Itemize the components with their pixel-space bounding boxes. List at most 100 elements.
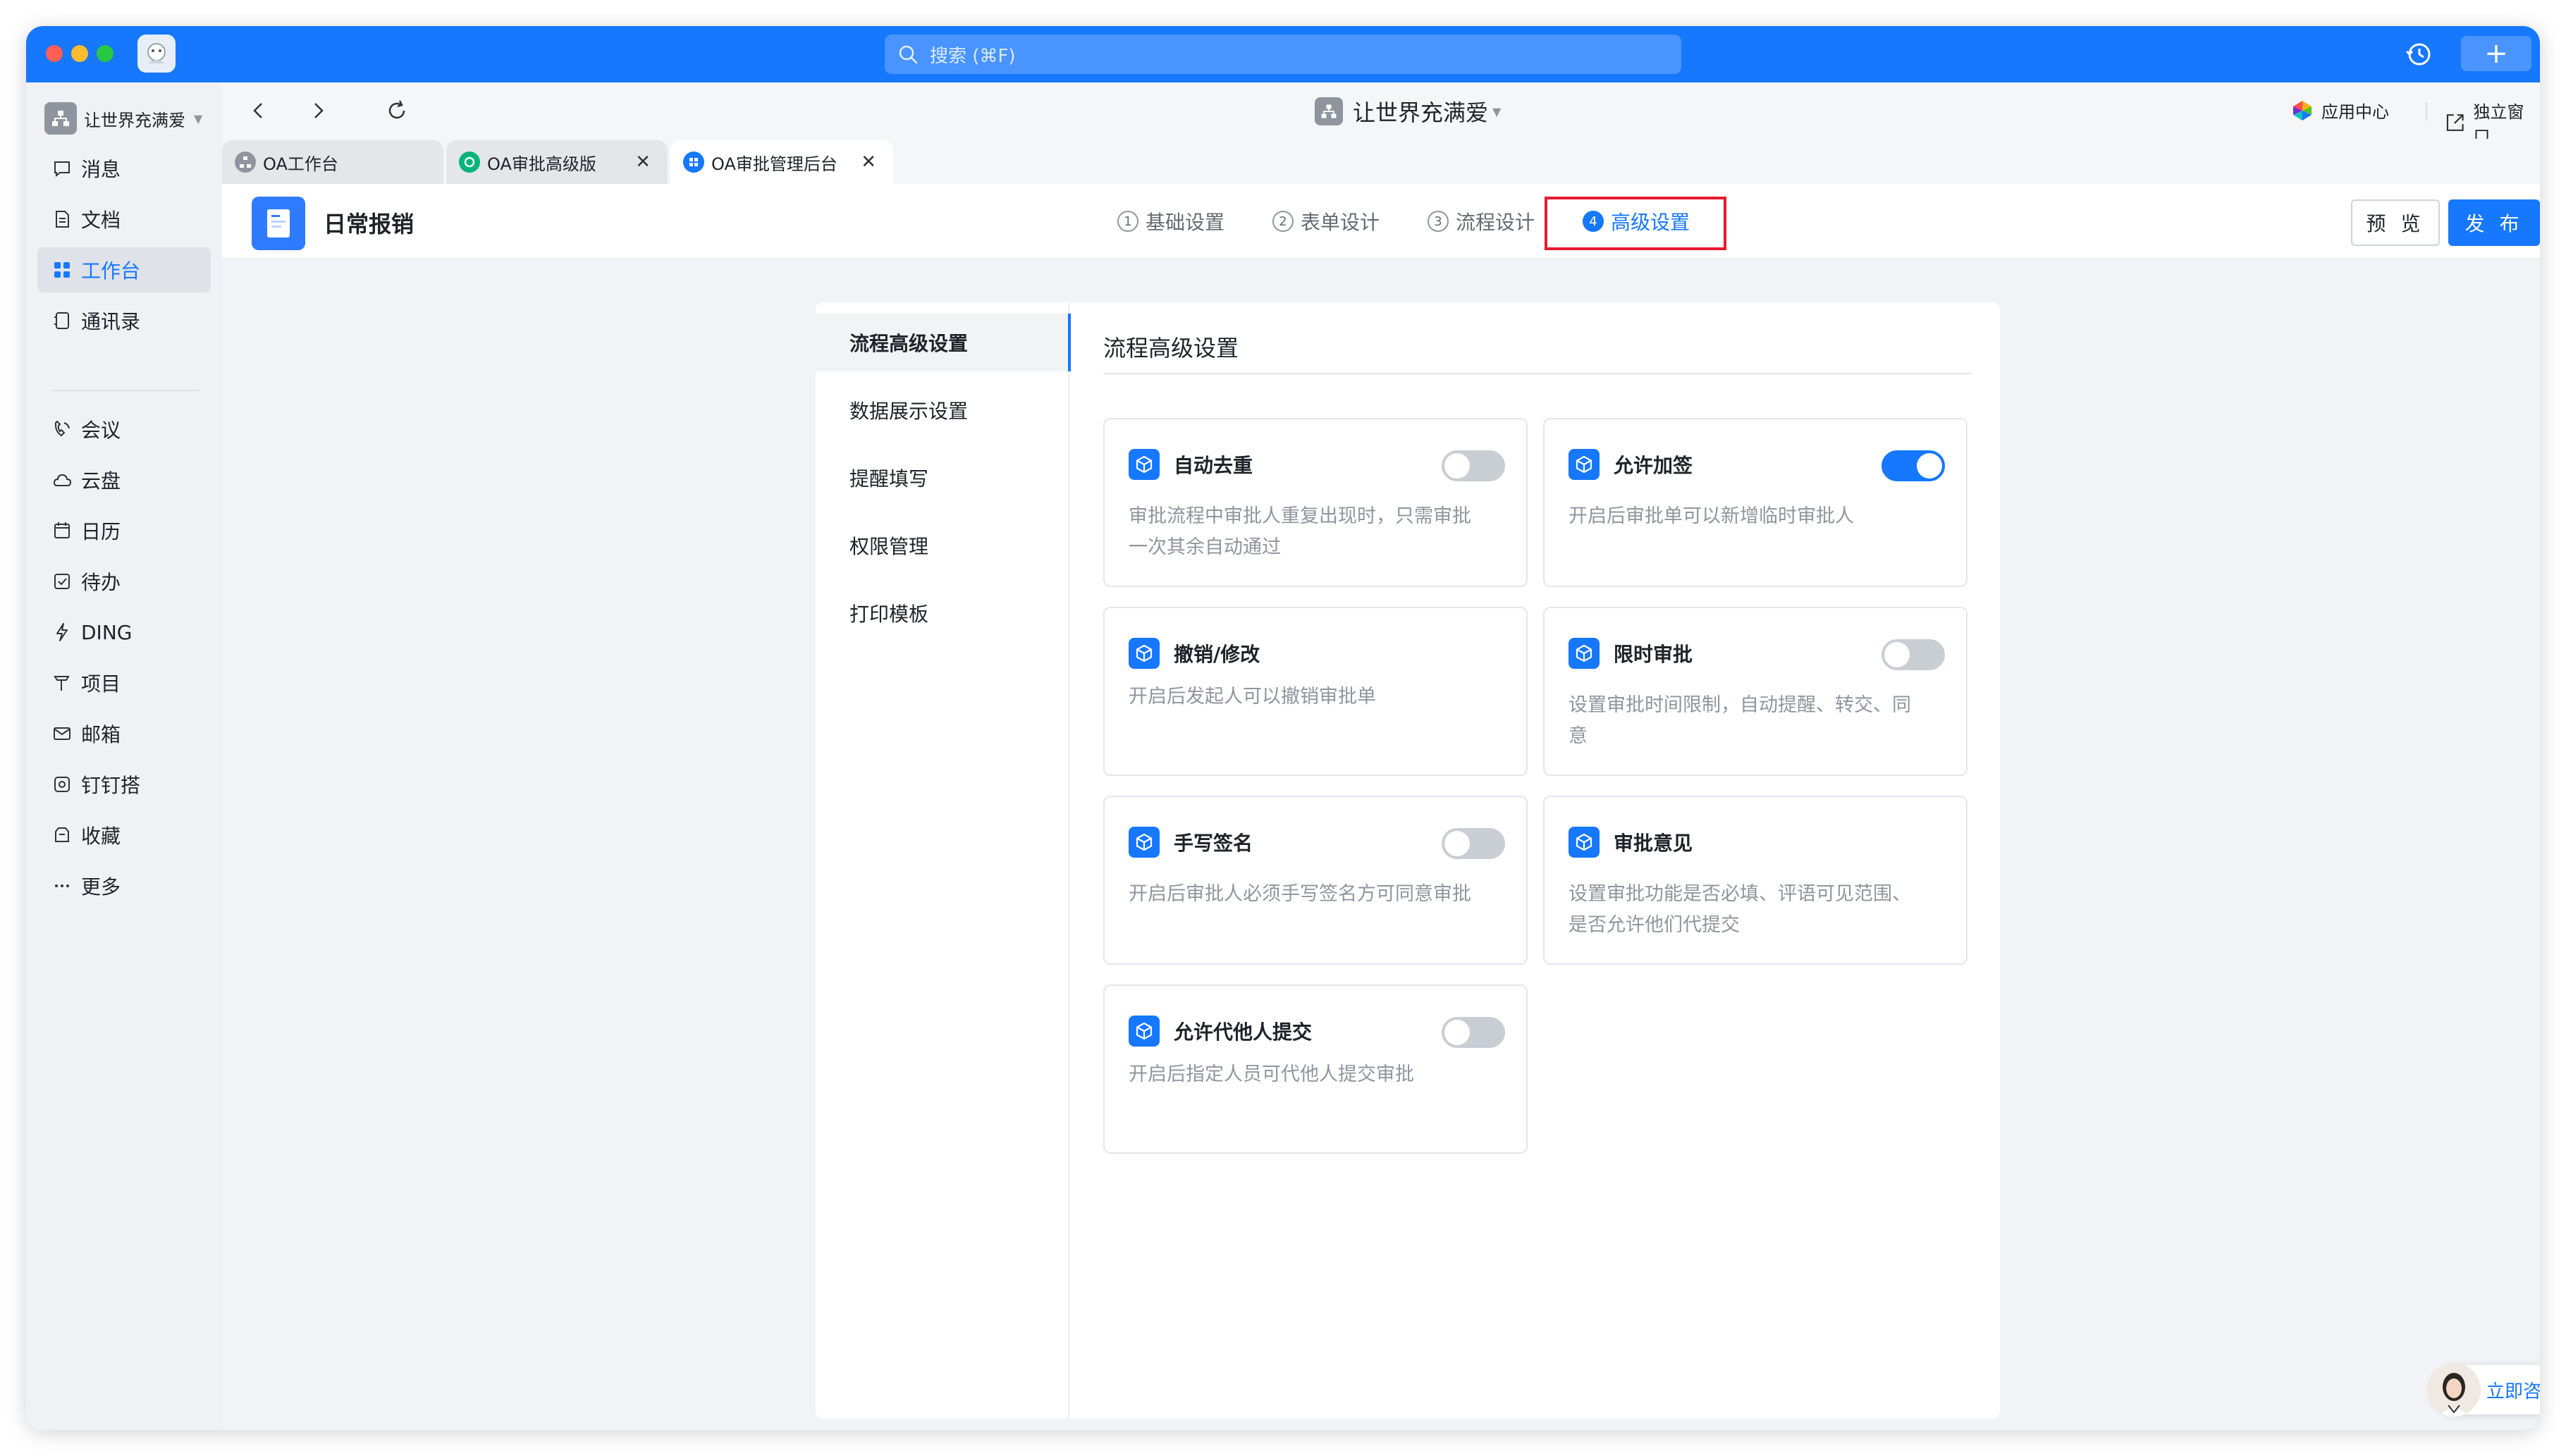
card-submit-on-behalf: 允许代他人提交 开启后指定人员可代他人提交审批 — [1103, 985, 1528, 1154]
time-limit-toggle[interactable] — [1881, 639, 1945, 670]
cube-icon — [1569, 638, 1600, 669]
sidebar-item-workbench[interactable]: 工作台 — [37, 247, 211, 292]
menu-item-reminder[interactable]: 提醒填写 — [816, 449, 1069, 507]
sidebar-item-contacts[interactable]: 通讯录 — [37, 298, 211, 343]
sidebar-item-meeting[interactable]: 会议 — [37, 407, 211, 452]
menu-item-permissions[interactable]: 权限管理 — [816, 517, 1069, 574]
card-title: 允许代他人提交 — [1174, 1020, 1313, 1044]
card-description: 审批流程中审批人重复出现时，只需审批一次其余自动通过 — [1129, 505, 1471, 558]
sidebar-item-docs[interactable]: 文档 — [37, 197, 211, 242]
cube-icon — [1569, 827, 1600, 858]
handwritten-signature-toggle[interactable] — [1442, 828, 1505, 859]
menu-item-data-display[interactable]: 数据展示设置 — [816, 381, 1069, 439]
toolbar-divider — [2426, 102, 2427, 121]
workbench-icon — [54, 262, 70, 278]
step-number: 3 — [1428, 211, 1449, 232]
org-title[interactable]: 让世界充满爱 ▼ — [1315, 95, 1501, 128]
sidebar-item-more[interactable]: 更多 — [37, 863, 211, 908]
org-icon — [235, 152, 256, 173]
close-window-button[interactable] — [46, 45, 63, 62]
menu-item-flow-advanced[interactable]: 流程高级设置 — [816, 314, 1071, 371]
sidebar-item-favorites[interactable]: 收藏 — [37, 813, 211, 858]
sidebar-item-label: 文档 — [81, 209, 121, 232]
sidebar-item-label: 日历 — [81, 520, 121, 543]
tab-oa-workbench[interactable]: OA工作台 — [222, 140, 443, 184]
step-basic-settings[interactable]: 1 基础设置 — [1117, 205, 1224, 237]
org-switcher[interactable]: 让世界充满爱 ▼ — [44, 102, 202, 135]
sidebar-item-label: 通讯录 — [81, 310, 141, 333]
menu-item-print-template[interactable]: 打印模板 — [816, 584, 1069, 642]
app-center-button[interactable]: 应用中心 — [2290, 98, 2389, 123]
sidebar-item-calendar[interactable]: 日历 — [37, 508, 211, 553]
sidebar-item-label: DING — [81, 620, 133, 644]
publish-button[interactable]: 发 布 — [2448, 199, 2540, 246]
step-form-design[interactable]: 2 表单设计 — [1272, 205, 1380, 237]
card-description: 开启后审批单可以新增临时审批人 — [1569, 505, 1854, 527]
card-description: 设置审批时间限制，自动提醒、转交、同意 — [1569, 694, 1911, 747]
back-icon[interactable] — [246, 98, 271, 123]
step-label: 表单设计 — [1301, 211, 1380, 234]
approval-icon — [459, 152, 480, 173]
sidebar-item-project[interactable]: 项目 — [37, 660, 211, 705]
zoom-window-button[interactable] — [97, 45, 113, 62]
step-number: 2 — [1272, 211, 1294, 232]
app-window: 搜索 (⌘F) + 让世界充满爱 ▼ 消息 文档 工作台 通讯录 会议 云盘 日… — [26, 26, 2540, 1430]
sidebar-item-label: 会议 — [81, 419, 121, 442]
close-icon[interactable]: ✕ — [861, 152, 876, 173]
close-icon[interactable]: ✕ — [635, 152, 651, 173]
search-placeholder: 搜索 (⌘F) — [930, 45, 1016, 67]
consult-now-button[interactable]: 立即咨询 — [2427, 1363, 2540, 1417]
sidebar-divider — [51, 390, 199, 391]
card-handwritten-signature: 手写签名 开启后审批人必须手写签名方可同意审批 — [1103, 796, 1528, 965]
user-avatar[interactable] — [137, 35, 176, 73]
card-description: 开启后发起人可以撤销审批单 — [1129, 686, 1376, 708]
search-icon — [899, 45, 918, 64]
forward-icon[interactable] — [305, 98, 331, 123]
step-label: 基础设置 — [1146, 211, 1225, 234]
tab-label: OA工作台 — [263, 154, 338, 174]
sidebar-item-todo[interactable]: 待办 — [37, 559, 211, 604]
minimize-window-button[interactable] — [71, 45, 88, 62]
more-icon — [55, 884, 69, 887]
tab-label: OA审批高级版 — [487, 154, 596, 174]
refresh-icon[interactable] — [384, 98, 410, 123]
sidebar-item-mail[interactable]: 邮箱 — [37, 711, 211, 756]
card-title: 限时审批 — [1614, 643, 1693, 666]
section-divider — [1103, 373, 1972, 374]
card-description: 开启后审批人必须手写签名方可同意审批 — [1129, 883, 1471, 905]
caret-down-icon: ▼ — [1492, 104, 1502, 118]
org-title-text: 让世界充满爱 — [1353, 99, 1489, 126]
search-input[interactable]: 搜索 (⌘F) — [885, 35, 1681, 74]
sidebar-item-app-builder[interactable]: 钉钉搭 — [37, 762, 211, 807]
history-icon[interactable] — [2405, 40, 2433, 68]
sidebar-item-ding[interactable]: DING — [37, 610, 211, 655]
sidebar-item-label: 待办 — [81, 571, 121, 594]
preview-button[interactable]: 预 览 — [2351, 199, 2440, 246]
sidebar-item-messages[interactable]: 消息 — [37, 146, 211, 191]
sidebar-item-label: 收藏 — [81, 825, 121, 848]
tab-oa-approval-pro[interactable]: OA审批高级版 ✕ — [446, 140, 668, 184]
sidebar-item-cloud[interactable]: 云盘 — [37, 457, 211, 502]
step-label: 流程设计 — [1456, 211, 1535, 234]
calendar-icon — [54, 522, 70, 538]
tab-oa-approval-admin[interactable]: OA审批管理后台 ✕ — [670, 140, 893, 184]
card-title: 审批意见 — [1614, 832, 1693, 855]
allow-add-signer-toggle[interactable] — [1881, 450, 1945, 481]
sidebar-item-label: 邮箱 — [81, 723, 121, 746]
meeting-icon — [54, 420, 70, 437]
form-header: 日常报销 1 基础设置 2 表单设计 3 流程设计 4 高级设置 预 览 发 布 — [222, 184, 2540, 259]
document-icon — [56, 211, 69, 228]
caret-down-icon: ▼ — [194, 111, 203, 125]
form-title: 日常报销 — [324, 211, 415, 237]
add-button[interactable]: + — [2461, 36, 2531, 71]
auto-dedupe-toggle[interactable] — [1442, 450, 1505, 481]
card-auto-dedupe: 自动去重 审批流程中审批人重复出现时，只需审批一次其余自动通过 — [1103, 418, 1528, 587]
card-approval-comments[interactable]: 审批意见 设置审批功能是否必填、评语可见范围、是否允许他们代提交 — [1543, 796, 1968, 965]
message-icon — [54, 161, 70, 178]
submit-on-behalf-toggle[interactable] — [1442, 1017, 1505, 1048]
card-revoke-modify[interactable]: 撤销/修改 开启后发起人可以撤销审批单 — [1103, 607, 1528, 776]
sidebar: 让世界充满爱 ▼ 消息 文档 工作台 通讯录 会议 云盘 日历 待办 DING … — [26, 82, 222, 1430]
tab-strip: OA工作台 OA审批高级版 ✕ OA审批管理后台 ✕ — [222, 139, 2540, 184]
step-flow-design[interactable]: 3 流程设计 — [1428, 205, 1535, 237]
sidebar-item-label: 钉钉搭 — [81, 774, 141, 797]
